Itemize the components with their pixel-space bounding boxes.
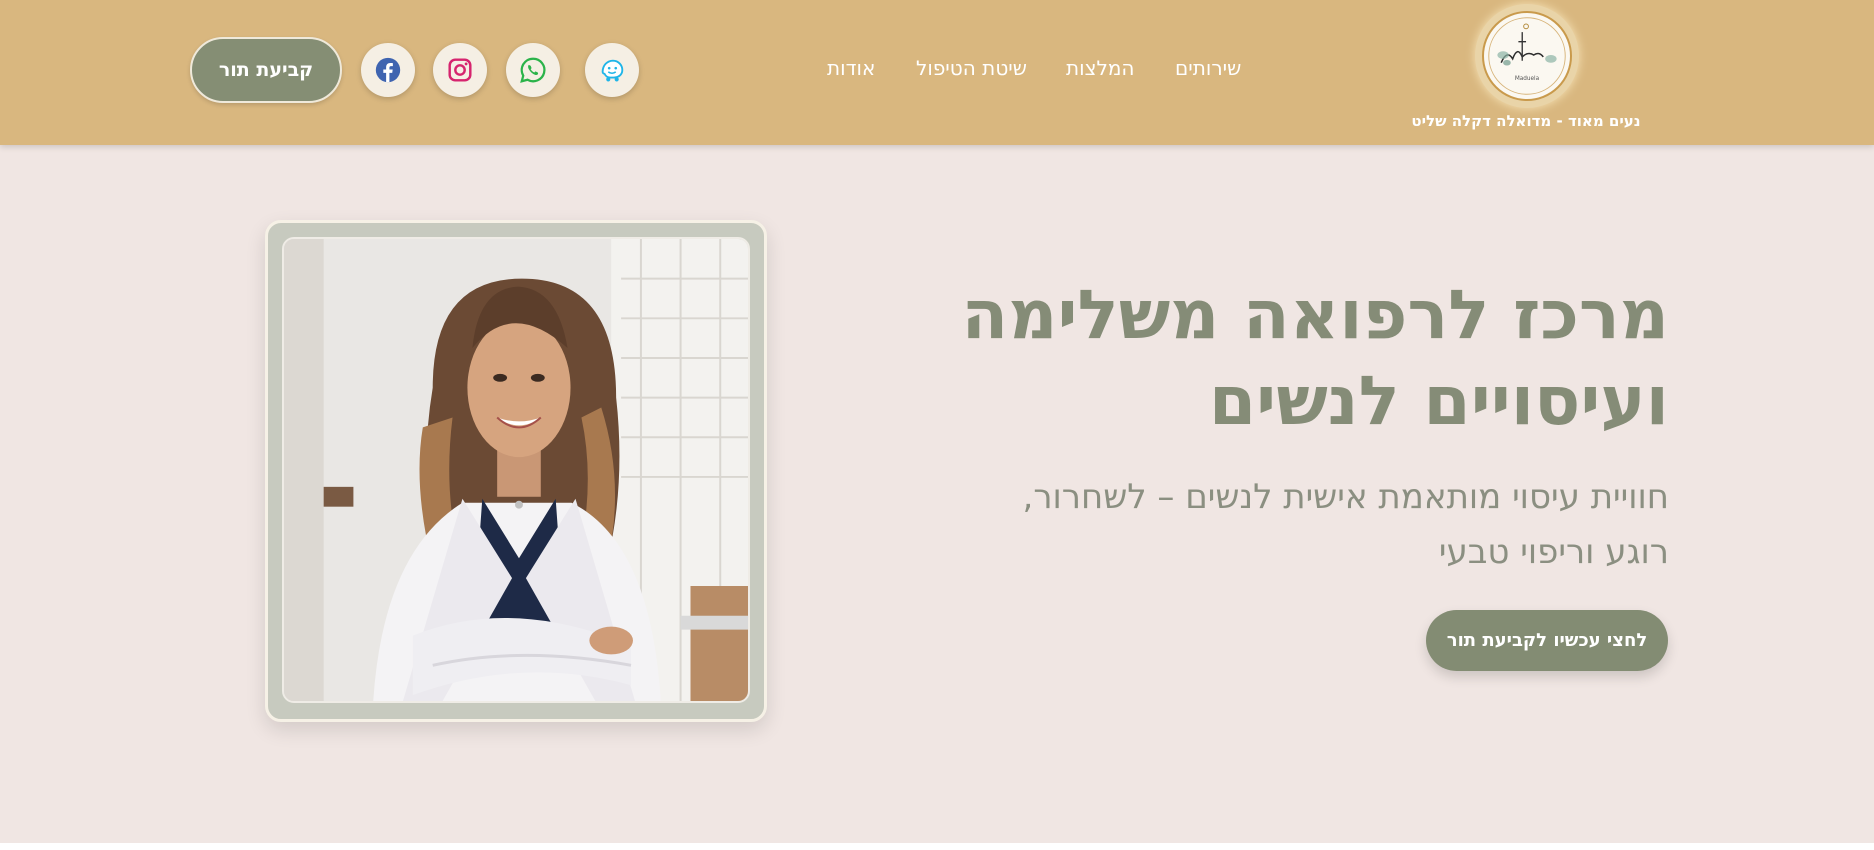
portrait-frame bbox=[265, 220, 767, 722]
site-header: Maduela נעים מאוד - מדואלה דקלה שליט שיר… bbox=[0, 0, 1874, 145]
instagram-icon bbox=[448, 58, 472, 82]
instagram-button[interactable] bbox=[433, 43, 487, 97]
hero-book-now-button[interactable]: לחצי עכשיו לקביעת תור bbox=[1426, 610, 1668, 671]
logo-caption: נעים מאוד - מדואלה דקלה שליט bbox=[1411, 112, 1641, 130]
nav-item-method[interactable]: שיטת הטיפול bbox=[916, 56, 1027, 80]
nav-item-about[interactable]: אודות bbox=[827, 56, 875, 80]
facebook-button[interactable] bbox=[361, 43, 415, 97]
waze-button[interactable] bbox=[585, 43, 639, 97]
waze-icon bbox=[601, 59, 624, 82]
whatsapp-button[interactable] bbox=[506, 43, 560, 97]
hero-section: מרכז לרפואה משלימה ועיסויים לנשים חוויית… bbox=[0, 145, 1874, 843]
facebook-icon bbox=[375, 57, 401, 83]
page: Maduela נעים מאוד - מדואלה דקלה שליט שיר… bbox=[0, 0, 1874, 850]
book-appointment-button[interactable]: קביעת תור bbox=[190, 37, 342, 103]
portrait-photo bbox=[282, 237, 750, 703]
nav-item-recommendations[interactable]: המלצות bbox=[1066, 56, 1134, 80]
bottom-divider bbox=[0, 843, 1874, 850]
hero-subtitle: חוויית עיסוי מותאמת אישית לנשים – לשחרור… bbox=[1022, 477, 1669, 572]
nav-item-services[interactable]: שירותים bbox=[1175, 56, 1241, 80]
whatsapp-icon bbox=[520, 57, 546, 83]
hero-title: מרכז לרפואה משלימה ועיסויים לנשים bbox=[961, 276, 1669, 441]
